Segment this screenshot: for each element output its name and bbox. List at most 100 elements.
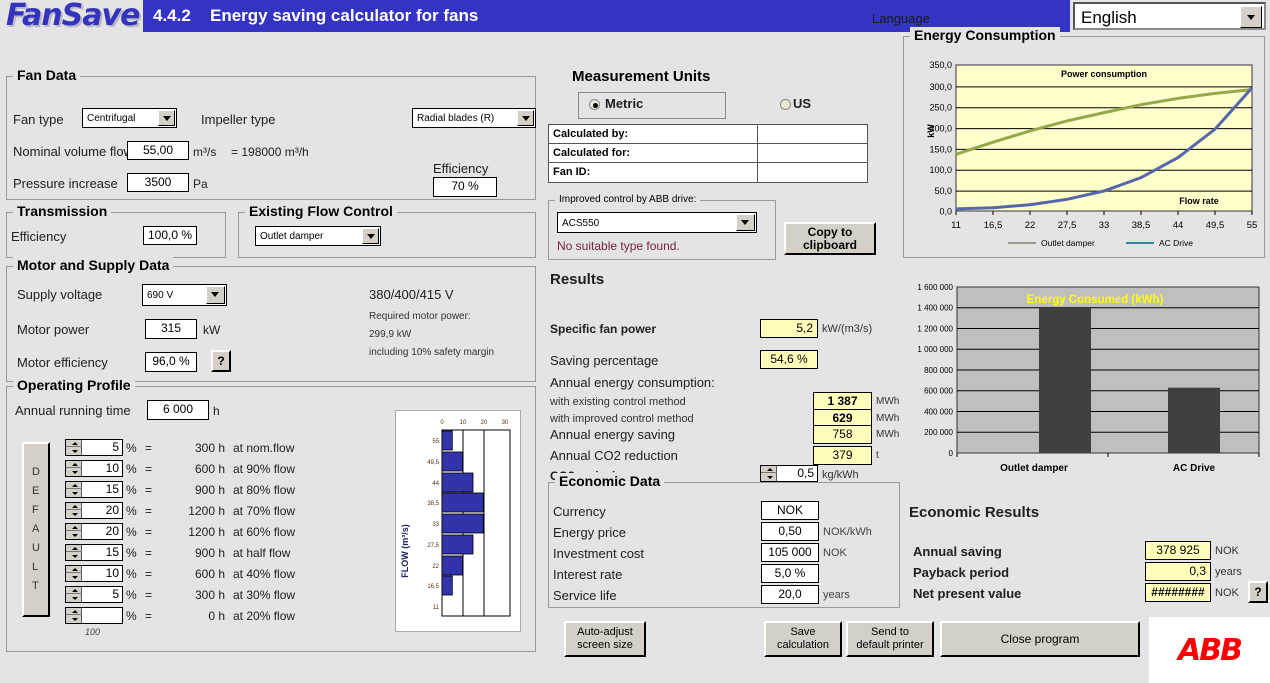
fan-id-label: Fan ID: [553, 166, 591, 178]
spinner-up-icon[interactable] [66, 587, 82, 594]
chevron-down-icon[interactable] [736, 214, 755, 231]
fan-type-select[interactable]: Centrifugal [82, 108, 177, 128]
spinner-down-icon[interactable] [66, 574, 82, 581]
service-life-label: Service life [553, 588, 617, 603]
investment-cost-input[interactable]: 105 000 [761, 543, 819, 562]
svg-text:38,5: 38,5 [427, 501, 439, 507]
energy-consumed-chart: 1 600 000 1 400 000 1 200 000 1 000 000 … [903, 277, 1265, 489]
spinner-buttons[interactable] [761, 466, 777, 481]
profile-percent-spinner[interactable]: 15 [65, 481, 123, 498]
spinner-buttons[interactable] [66, 566, 82, 581]
chevron-down-icon[interactable] [158, 110, 175, 126]
us-radio[interactable] [780, 99, 791, 110]
annual-running-time-input[interactable]: 6 000 [147, 400, 209, 420]
spinner-buttons[interactable] [66, 461, 82, 476]
save-line1: Save [790, 626, 816, 638]
chevron-down-icon[interactable] [1240, 6, 1262, 28]
pressure-increase-input[interactable]: 3500 [127, 173, 189, 192]
spinner-up-icon[interactable] [66, 482, 82, 489]
equals-sign: = [145, 504, 153, 518]
energy-price-input[interactable]: 0,50 [761, 522, 819, 541]
spinner-buttons[interactable] [66, 524, 82, 539]
economic-results-help-button[interactable]: ? [1248, 581, 1268, 603]
interest-rate-input[interactable]: 5,0 % [761, 564, 819, 583]
nominal-flow-input[interactable]: 55,00 [127, 141, 189, 160]
service-life-input[interactable]: 20,0 [761, 585, 819, 604]
copy-to-clipboard-button[interactable]: Copy to clipboard [784, 222, 876, 255]
spinner-up-icon[interactable] [66, 608, 82, 615]
supply-voltage-select[interactable]: 690 V [142, 284, 227, 306]
existing-flow-control-select[interactable]: Outlet damper [255, 226, 381, 246]
improved-method-label: with improved control method [550, 413, 694, 425]
transmission-efficiency-input[interactable]: 100,0 % [143, 226, 197, 245]
spinner-up-icon[interactable] [66, 566, 82, 573]
motor-efficiency-help-button[interactable]: ? [211, 350, 231, 372]
svg-text:20: 20 [481, 420, 488, 426]
spinner-up-icon[interactable] [66, 440, 82, 447]
profile-percent-spinner[interactable]: 10 [65, 460, 123, 477]
profile-description: at 90% flow [233, 462, 296, 476]
spinner-buttons[interactable] [66, 545, 82, 560]
send-to-printer-button[interactable]: Send to default printer [846, 621, 934, 657]
close-program-button[interactable]: Close program [940, 621, 1140, 657]
currency-input[interactable]: NOK [761, 501, 819, 520]
spinner-buttons[interactable] [66, 587, 82, 602]
spinner-down-icon[interactable] [66, 616, 82, 623]
motor-power-input[interactable]: 315 [145, 319, 197, 339]
default-button[interactable]: DEFAULT [22, 442, 50, 617]
chevron-down-icon[interactable] [517, 110, 534, 126]
svg-text:400 000: 400 000 [924, 408, 953, 417]
svg-text:1 200 000: 1 200 000 [917, 325, 953, 334]
specific-fan-power-label: Specific fan power [550, 322, 657, 336]
spinner-up-icon[interactable] [66, 524, 82, 531]
spinner-buttons[interactable] [66, 482, 82, 497]
spinner-down-icon[interactable] [66, 448, 82, 455]
abb-drive-group: Improved control by ABB drive: ACS550 No… [548, 194, 776, 260]
language-select[interactable]: English [1073, 2, 1266, 30]
auto-adjust-screen-size-button[interactable]: Auto-adjust screen size [564, 621, 646, 657]
fan-efficiency-input[interactable]: 70 % [433, 177, 497, 197]
motor-efficiency-input[interactable]: 96,0 % [145, 352, 197, 372]
profile-percent-spinner[interactable]: 5 [65, 439, 123, 456]
profile-hours: 600 h [194, 567, 225, 581]
profile-percent-spinner[interactable]: 15 [65, 544, 123, 561]
profile-percent-spinner[interactable]: 20 [65, 523, 123, 540]
spinner-buttons[interactable] [66, 440, 82, 455]
spinner-down-icon[interactable] [66, 469, 82, 476]
equals-sign: = [145, 609, 153, 623]
svg-text:11: 11 [433, 605, 440, 611]
abb-logo: ABB [1149, 617, 1270, 683]
copy-button-line1: Copy to [807, 224, 853, 239]
existing-flow-control-group: Existing Flow Control Outlet damper [238, 203, 536, 258]
spinner-up-icon[interactable] [66, 461, 82, 468]
spinner-up-icon[interactable] [761, 466, 777, 473]
equals-sign: = [145, 525, 153, 539]
percent-sign: % [126, 588, 137, 602]
profile-percent-spinner[interactable] [65, 607, 123, 624]
save-calculation-button[interactable]: Save calculation [764, 621, 842, 657]
chevron-down-icon[interactable] [206, 286, 225, 304]
metric-radio[interactable] [589, 99, 600, 110]
co2-emission-spinner[interactable]: 0,5 [760, 465, 818, 482]
profile-percent-value: 15 [105, 545, 119, 559]
impeller-type-select[interactable]: Radial blades (R) [412, 108, 536, 128]
app-logo-text: FanSave [6, 0, 140, 33]
spinner-down-icon[interactable] [66, 511, 82, 518]
profile-percent-spinner[interactable]: 5 [65, 586, 123, 603]
spinner-buttons[interactable] [66, 503, 82, 518]
required-power-label: Required motor power: [369, 311, 471, 322]
spinner-up-icon[interactable] [66, 503, 82, 510]
spinner-down-icon[interactable] [66, 595, 82, 602]
spinner-down-icon[interactable] [761, 474, 777, 481]
spinner-down-icon[interactable] [66, 553, 82, 560]
abb-drive-select[interactable]: ACS550 [557, 212, 757, 233]
profile-percent-spinner[interactable]: 10 [65, 565, 123, 582]
spinner-down-icon[interactable] [66, 490, 82, 497]
annual-saving-value: 378 925 [1145, 541, 1211, 560]
spinner-up-icon[interactable] [66, 545, 82, 552]
profile-hours: 900 h [194, 483, 225, 497]
profile-percent-spinner[interactable]: 20 [65, 502, 123, 519]
spinner-buttons[interactable] [66, 608, 82, 623]
spinner-down-icon[interactable] [66, 532, 82, 539]
chevron-down-icon[interactable] [362, 228, 379, 244]
